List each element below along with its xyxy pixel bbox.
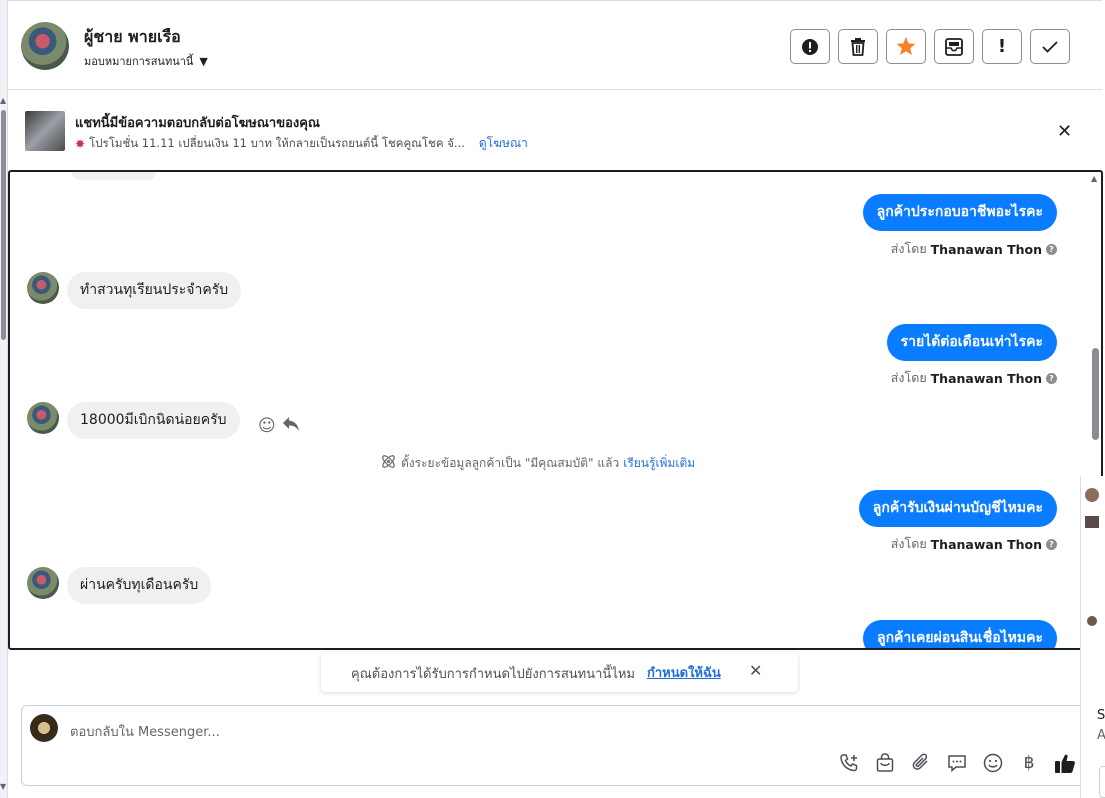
sent-by-label: ส่งโดย Thanawan Thon ? — [891, 534, 1057, 554]
shopping-bag-icon[interactable] — [874, 752, 896, 774]
assign-suggestion-text: คุณต้องการได้รับการกำหนดไปยังการสนทนานี้… — [351, 667, 635, 682]
delete-button[interactable] — [838, 29, 878, 64]
contact-avatar-small[interactable] — [27, 272, 59, 304]
reply-icon[interactable] — [282, 416, 300, 437]
alert-circle-icon — [801, 38, 819, 56]
sender-name: Thanawan Thon — [930, 241, 1042, 257]
sent-by-prefix: ส่งโดย — [890, 536, 927, 551]
side-panel-text: S — [1097, 708, 1105, 723]
message-composer: ตอบกลับใน Messenger... ฿ — [21, 705, 1091, 786]
sent-by-prefix: ส่งโดย — [890, 370, 927, 385]
scroll-up-icon[interactable]: ▲ — [0, 96, 6, 105]
contact-avatar-small[interactable] — [27, 402, 59, 434]
scrollbar-thumb[interactable] — [1092, 348, 1099, 440]
spam-button[interactable]: ! — [982, 29, 1022, 64]
contact-avatar-small[interactable] — [27, 567, 59, 599]
thumbs-up-icon[interactable] — [1054, 752, 1076, 774]
paperclip-icon[interactable] — [910, 752, 932, 774]
assign-suggestion-toast: คุณต้องการได้รับการกำหนดไปยังการสนทนานี้… — [321, 652, 798, 692]
phone-plus-icon[interactable] — [838, 752, 860, 774]
left-scrollbar[interactable]: ▲ ▼ — [0, 0, 8, 798]
side-panel-partial: S A — [1080, 476, 1105, 798]
ad-promo-text: โปรโมชั่น 11.11 เปลี่ยนเงิน 11 บาท ให้กล… — [89, 135, 465, 150]
avatar[interactable] — [1085, 516, 1099, 528]
caret-down-icon: ▼ — [199, 54, 208, 68]
close-icon[interactable]: ✕ — [749, 661, 762, 680]
incoming-message[interactable]: ผ่านครับทุเดือนครับ — [67, 567, 212, 604]
outgoing-message[interactable]: ลูกค้ารับเงินผ่านบัญชีไหมคะ — [858, 490, 1057, 527]
incoming-message[interactable]: 18000มีเบิกนิดน่อยครับ — [67, 402, 240, 439]
message-actions: ☺ — [258, 416, 300, 437]
incoming-message[interactable]: ทำสวนทุเรียนประจำครับ — [67, 272, 242, 309]
baht-icon[interactable]: ฿ — [1018, 752, 1040, 774]
avatar[interactable] — [1085, 488, 1099, 502]
side-panel-box[interactable] — [1099, 766, 1105, 798]
chat-bubbles-icon[interactable] — [946, 752, 968, 774]
composer-toolbar: ฿ — [838, 752, 1076, 774]
contact-name[interactable]: ผู้ชาย พายเรือ — [84, 25, 181, 50]
report-button[interactable] — [790, 29, 830, 64]
sender-name: Thanawan Thon — [930, 370, 1042, 386]
help-icon[interactable]: ? — [1046, 538, 1057, 550]
star-icon — [896, 37, 916, 56]
page-avatar — [30, 714, 58, 742]
ad-thumbnail[interactable] — [25, 111, 65, 151]
view-ad-link[interactable]: ดูโฆษณา — [479, 134, 528, 153]
ad-reply-banner: แชทนี้มีข้อความตอบกลับต่อโฆษณาของคุณ ✸ โ… — [8, 91, 1102, 170]
scroll-up-icon[interactable]: ▲ — [1091, 174, 1097, 183]
outgoing-message[interactable]: ลูกค้าเคยผ่อนสินเชื่อไหมคะ — [862, 620, 1057, 648]
exclamation-icon: ! — [997, 36, 1007, 57]
learn-more-link[interactable]: เรียนรู้เพิ่มเติม — [623, 454, 695, 473]
partial-message-bubble — [72, 172, 156, 180]
scrollbar-thumb[interactable] — [1, 110, 6, 340]
assign-to-me-link[interactable]: กำหนดให้ฉัน — [647, 662, 721, 683]
outgoing-message[interactable]: รายได้ต่อเดือนเท่าไรคะ — [886, 324, 1057, 361]
side-panel-text: A — [1097, 728, 1105, 743]
messenger-inbox-page: ▲ ▼ ผู้ชาย พายเรือ มอบหมายการสนทนานี้ ▼ — [0, 0, 1105, 798]
contact-avatar[interactable] — [21, 22, 69, 70]
atom-icon — [380, 453, 397, 473]
help-icon[interactable]: ? — [1046, 243, 1057, 255]
reply-input[interactable]: ตอบกลับใน Messenger... — [70, 721, 220, 742]
mark-unread-button[interactable] — [934, 29, 974, 64]
sent-by-prefix: ส่งโดย — [890, 241, 927, 256]
ad-banner-title: แชทนี้มีข้อความตอบกลับต่อโฆษณาของคุณ — [75, 116, 320, 131]
mark-unread-icon — [945, 37, 963, 56]
sender-name: Thanawan Thon — [930, 536, 1042, 552]
trash-icon — [850, 37, 866, 56]
outgoing-message[interactable]: ลูกค้าประกอบอาชีพอะไรคะ — [862, 194, 1057, 231]
conversation-header: ผู้ชาย พายเรือ มอบหมายการสนทนานี้ ▼ ! — [8, 0, 1102, 90]
assign-conversation-dropdown[interactable]: มอบหมายการสนทนานี้ ▼ — [84, 52, 208, 70]
scroll-down-icon[interactable]: ▼ — [0, 782, 6, 791]
system-note: ตั้งระยะข้อมูลลูกค้าเป็น "มีคุณสมบัติ" แ… — [380, 453, 695, 473]
sent-by-label: ส่งโดย Thanawan Thon ? — [891, 239, 1057, 259]
sparkle-icon: ✸ — [75, 136, 86, 151]
help-icon[interactable]: ? — [1046, 372, 1057, 384]
check-icon — [1042, 40, 1058, 53]
star-button[interactable] — [886, 29, 926, 64]
sent-by-label: ส่งโดย Thanawan Thon ? — [891, 368, 1057, 388]
avatar[interactable] — [1087, 616, 1097, 626]
message-thread[interactable]: ลูกค้าประกอบอาชีพอะไรคะ ส่งโดย Thanawan … — [8, 170, 1103, 650]
emoji-icon[interactable] — [982, 752, 1004, 774]
assign-label: มอบหมายการสนทนานี้ — [84, 55, 194, 68]
react-emoji-icon[interactable]: ☺ — [258, 416, 276, 437]
system-note-text: ตั้งระยะข้อมูลลูกค้าเป็น "มีคุณสมบัติ" แ… — [401, 455, 620, 470]
mark-done-button[interactable] — [1030, 29, 1070, 64]
close-banner-icon[interactable]: ✕ — [1057, 121, 1072, 142]
ad-banner-subtitle: ✸ โปรโมชั่น 11.11 เปลี่ยนเงิน 11 บาท ให้… — [75, 134, 528, 153]
